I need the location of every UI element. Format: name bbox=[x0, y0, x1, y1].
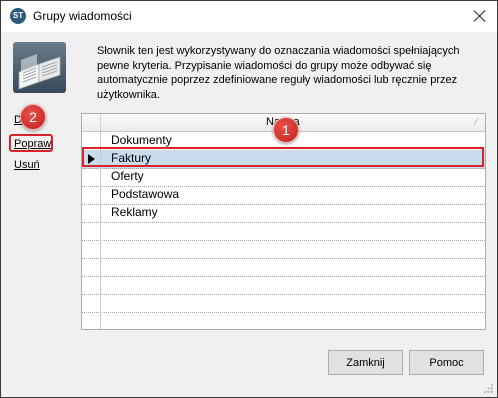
row-indicator-cell bbox=[82, 258, 101, 276]
window-title: Grupy wiadomości bbox=[33, 9, 132, 23]
table-row[interactable] bbox=[82, 258, 485, 277]
table-row[interactable] bbox=[82, 240, 485, 259]
sort-icon: ⁄ bbox=[475, 117, 477, 127]
row-name-cell: Oferty bbox=[111, 169, 144, 183]
row-indicator-cell bbox=[82, 222, 101, 240]
dialog-window: ST Grupy wiadomości Słownik ten jest wyk… bbox=[0, 0, 498, 398]
groups-grid[interactable]: Nazwa ⁄ DokumentyFakturyOfertyPodstawowa… bbox=[81, 113, 486, 330]
selected-row-highlight bbox=[82, 147, 484, 167]
app-icon: ST bbox=[10, 8, 26, 24]
header-indicator-cell bbox=[82, 114, 101, 131]
description-text: Słownik ten jest wykorzystywany do oznac… bbox=[97, 45, 460, 101]
row-name-cell: Podstawowa bbox=[111, 187, 180, 201]
delete-link[interactable]: Usuń bbox=[14, 159, 40, 171]
edit-link-highlight bbox=[9, 134, 53, 152]
book-icon bbox=[13, 42, 66, 93]
table-row[interactable] bbox=[82, 294, 485, 313]
table-row[interactable] bbox=[82, 312, 485, 329]
row-indicator-cell bbox=[82, 240, 101, 258]
row-indicator-cell bbox=[82, 294, 101, 312]
help-button[interactable]: Pomoc bbox=[409, 350, 484, 375]
callout-badge-1: 1 bbox=[273, 117, 299, 143]
title-bar[interactable]: ST Grupy wiadomości bbox=[1, 1, 497, 32]
row-indicator-cell bbox=[82, 204, 101, 222]
row-indicator-cell bbox=[82, 312, 101, 329]
resize-grip-icon[interactable] bbox=[483, 383, 493, 393]
row-name-cell: Dokumenty bbox=[111, 133, 172, 147]
table-row[interactable]: Podstawowa bbox=[82, 186, 485, 205]
row-name-cell: Reklamy bbox=[111, 205, 158, 219]
close-icon[interactable] bbox=[471, 7, 489, 25]
table-row[interactable]: Reklamy bbox=[82, 204, 485, 223]
table-row[interactable] bbox=[82, 276, 485, 295]
table-row[interactable] bbox=[82, 222, 485, 241]
row-indicator-cell bbox=[82, 168, 101, 186]
row-indicator-cell bbox=[82, 276, 101, 294]
close-button[interactable]: Zamknij bbox=[328, 350, 403, 375]
row-indicator-cell bbox=[82, 186, 101, 204]
callout-badge-2: 2 bbox=[20, 104, 46, 130]
table-row[interactable]: Oferty bbox=[82, 168, 485, 187]
